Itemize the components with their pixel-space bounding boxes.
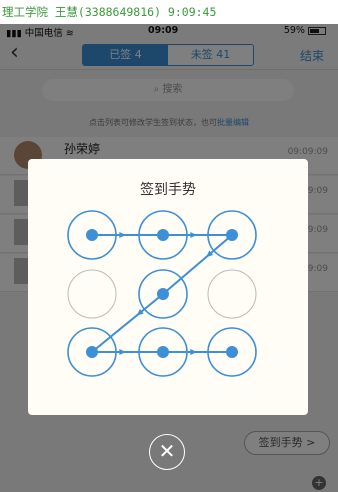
gesture-dot-center — [86, 229, 98, 241]
gesture-arrow — [119, 349, 126, 355]
close-icon[interactable]: ✕ — [149, 434, 185, 470]
gesture-dialog: 签到手势 — [28, 159, 308, 415]
gesture-dot-center — [226, 229, 238, 241]
gesture-dot[interactable] — [207, 269, 257, 319]
gesture-dot-center — [86, 346, 98, 358]
gesture-pattern[interactable] — [28, 159, 308, 415]
gesture-arrow — [119, 232, 126, 238]
gesture-dot-center — [157, 288, 169, 300]
gesture-arrow — [190, 232, 197, 238]
gesture-line — [91, 293, 164, 353]
chat-caption: 理工学院 王慧(3388649816) 9:09:45 — [2, 5, 217, 19]
gesture-line — [162, 234, 233, 295]
gesture-dot-center — [157, 229, 169, 241]
phone-screen: ▮▮▮ 中国电信 ≋ 09:09 59% ‹ 已签 4 未签 41 结束 ⌕ 搜… — [0, 24, 338, 492]
gesture-dot-center — [157, 346, 169, 358]
gesture-dot[interactable] — [67, 269, 117, 319]
gesture-arrow — [190, 349, 197, 355]
gesture-dot-center — [226, 346, 238, 358]
